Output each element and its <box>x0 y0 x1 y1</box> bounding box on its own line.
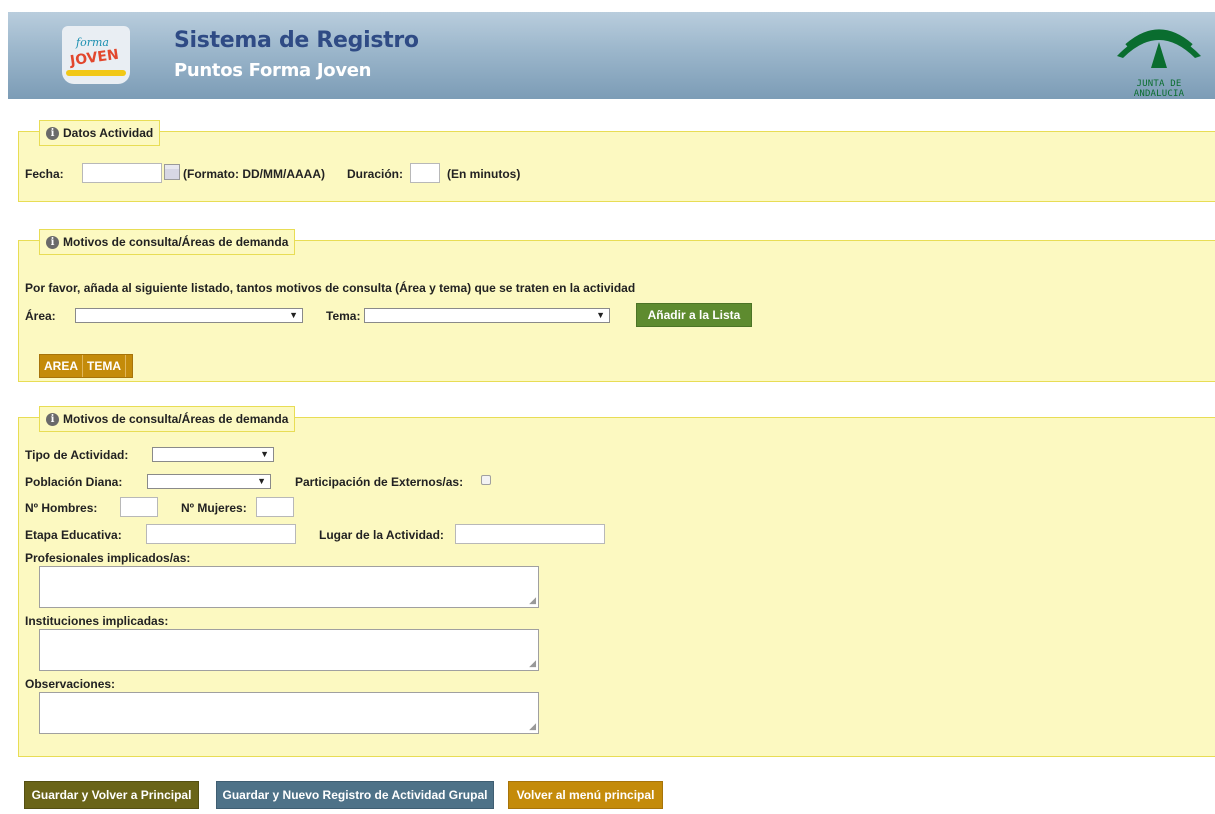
formato-hint: (Formato: DD/MM/AAAA) <box>183 167 325 181</box>
forma-joven-logo[interactable]: forma JOVEN <box>62 26 130 84</box>
fecha-label: Fecha: <box>25 167 64 181</box>
guardar-nuevo-button[interactable]: Guardar y Nuevo Registro de Actividad Gr… <box>216 781 494 809</box>
lugar-input[interactable] <box>455 524 605 544</box>
actividad-detalles-panel: i Motivos de consulta/Áreas de demanda T… <box>18 406 1215 757</box>
column-header-tema[interactable]: TEMA <box>83 355 127 377</box>
legend-text: Motivos de consulta/Áreas de demanda <box>63 235 289 249</box>
info-icon: i <box>46 126 59 140</box>
logo-stripe <box>66 70 126 76</box>
app-header: forma JOVEN Sistema de Registro Puntos F… <box>8 12 1215 99</box>
datos-actividad-panel: i Datos Actividad Fecha: (Formato: DD/MM… <box>18 120 1215 202</box>
tipo-actividad-select[interactable]: ▼ <box>152 447 274 462</box>
observaciones-label: Observaciones: <box>25 677 116 691</box>
profesionales-textarea[interactable]: ◢ <box>39 566 539 608</box>
minutos-hint: (En minutos) <box>447 167 521 181</box>
logo-text-forma: forma <box>76 36 109 49</box>
legend-text: Datos Actividad <box>63 126 154 140</box>
instituciones-label: Instituciones implicadas: <box>25 614 169 628</box>
info-icon: i <box>46 412 59 426</box>
mujeres-input[interactable] <box>256 497 294 517</box>
mujeres-label: Nº Mujeres: <box>181 501 247 515</box>
info-icon: i <box>46 235 59 249</box>
duracion-label: Duración: <box>347 167 404 181</box>
tipo-actividad-label: Tipo de Actividad: <box>25 448 129 462</box>
app-subtitle: Puntos Forma Joven <box>174 60 372 81</box>
motivos-table-header: AREA TEMA <box>39 354 134 378</box>
area-select[interactable]: ▼ <box>75 308 303 323</box>
area-label: Área: <box>25 309 56 323</box>
instituciones-textarea[interactable]: ◢ <box>39 629 539 671</box>
poblacion-diana-select[interactable]: ▼ <box>147 474 271 489</box>
column-header-area[interactable]: AREA <box>40 355 84 377</box>
app-title: Sistema de Registro <box>174 28 419 53</box>
resize-grip-icon[interactable]: ◢ <box>529 659 536 668</box>
junta-andalucia-logo: JUNTA DE ANDALUCIA <box>1109 16 1209 99</box>
duracion-input[interactable] <box>410 163 440 183</box>
tema-label: Tema: <box>326 309 361 323</box>
volver-menu-button[interactable]: Volver al menú principal <box>508 781 663 809</box>
resize-grip-icon[interactable]: ◢ <box>529 722 536 731</box>
motivos-panel: i Motivos de consulta/Áreas de demanda P… <box>18 229 1215 382</box>
motivos-legend: i Motivos de consulta/Áreas de demanda <box>39 229 296 255</box>
hombres-input[interactable] <box>120 497 158 517</box>
externos-checkbox[interactable] <box>481 475 491 485</box>
externos-label: Participación de Externos/as: <box>295 475 464 489</box>
junta-logo-text: JUNTA DE ANDALUCIA <box>1133 79 1185 99</box>
lugar-label: Lugar de la Actividad: <box>319 528 444 542</box>
datos-actividad-legend: i Datos Actividad <box>39 120 161 146</box>
tema-select[interactable]: ▼ <box>364 308 610 323</box>
profesionales-label: Profesionales implicados/as: <box>25 551 191 565</box>
poblacion-diana-label: Población Diana: <box>25 475 123 489</box>
fecha-input[interactable] <box>82 163 162 183</box>
observaciones-textarea[interactable]: ◢ <box>39 692 539 734</box>
etapa-input[interactable] <box>146 524 296 544</box>
add-to-list-button[interactable]: Añadir a la Lista <box>636 303 752 327</box>
calendar-icon[interactable] <box>164 164 180 180</box>
detalles-legend: i Motivos de consulta/Áreas de demanda <box>39 406 296 432</box>
motivos-instructions: Por favor, añada al siguiente listado, t… <box>25 281 636 295</box>
hombres-label: Nº Hombres: <box>25 501 98 515</box>
etapa-label: Etapa Educativa: <box>25 528 122 542</box>
column-spacer <box>126 355 132 377</box>
junta-emblem-icon <box>1117 29 1201 68</box>
resize-grip-icon[interactable]: ◢ <box>529 596 536 605</box>
guardar-volver-button[interactable]: Guardar y Volver a Principal <box>24 781 199 809</box>
legend-text: Motivos de consulta/Áreas de demanda <box>63 412 289 426</box>
